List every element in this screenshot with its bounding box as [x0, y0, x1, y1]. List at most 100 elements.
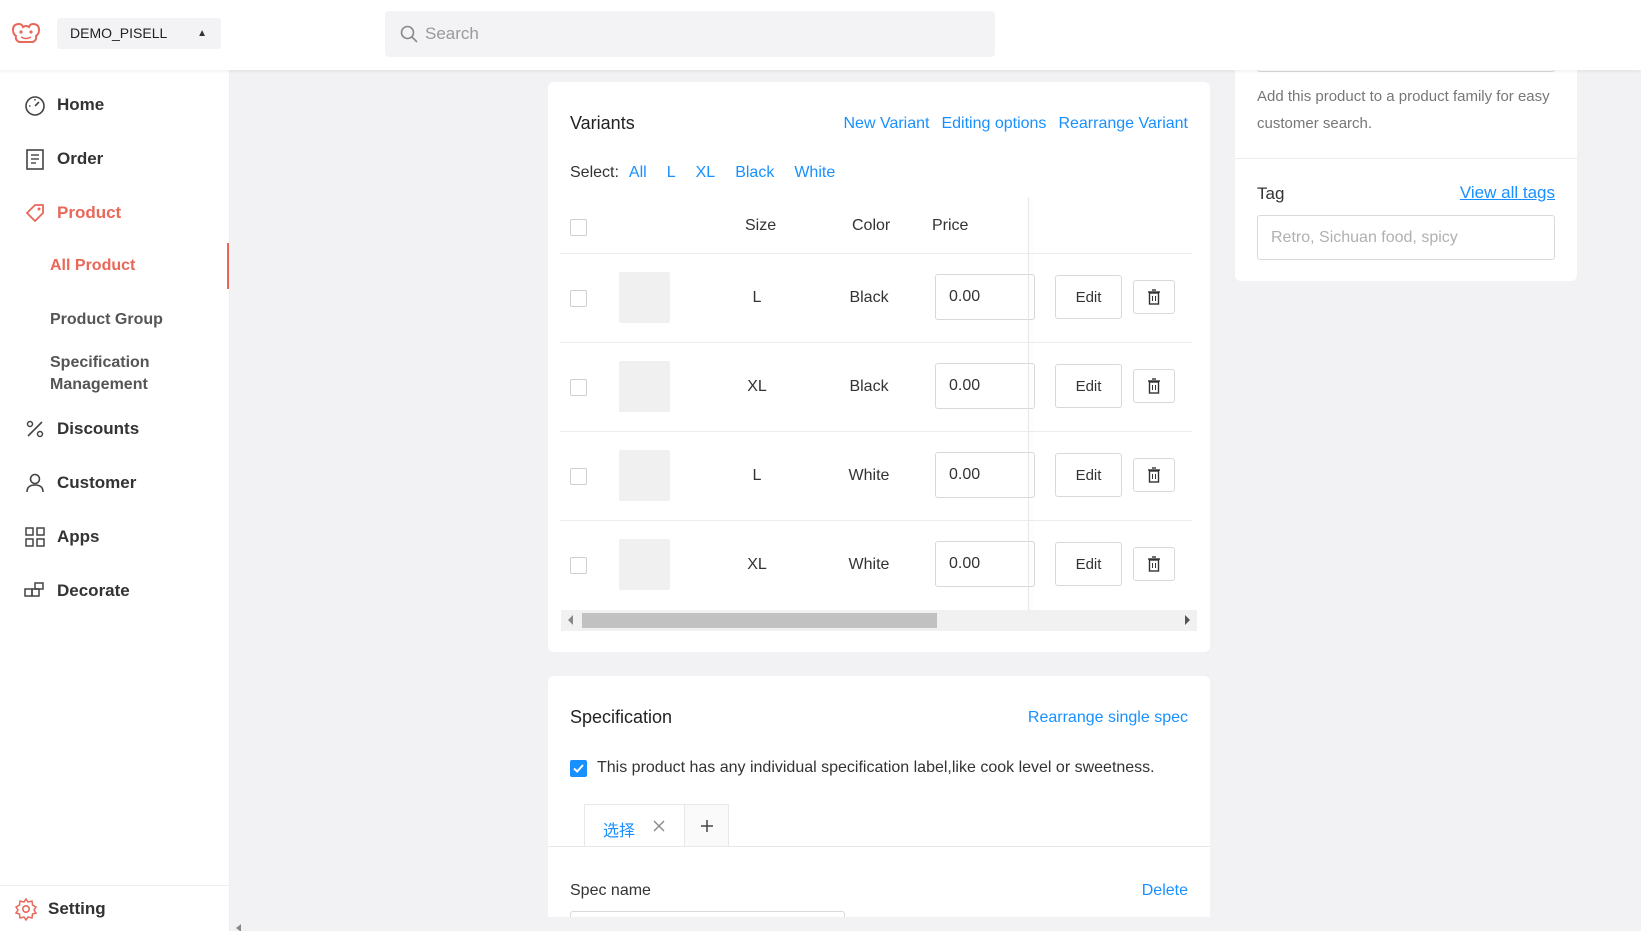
search-icon: [400, 25, 418, 43]
tag-label: Tag: [1257, 184, 1285, 203]
variant-color: Black: [849, 378, 889, 395]
spec-name-label: Spec name: [570, 882, 651, 899]
individual-spec-label: This product has any individual specific…: [597, 759, 1155, 776]
delete-spec-link[interactable]: Delete: [1142, 882, 1188, 900]
logo-icon[interactable]: [10, 20, 42, 46]
sidebar-item-label: Product: [57, 203, 122, 222]
search-input[interactable]: [425, 11, 985, 57]
filter-white[interactable]: White: [794, 164, 835, 182]
filter-all[interactable]: All: [629, 164, 647, 182]
variants-title: Variants: [570, 113, 635, 133]
scroll-right-arrow-icon[interactable]: [1185, 615, 1190, 625]
store-name: DEMO_PISELL: [70, 25, 168, 41]
panel-divider: [1235, 158, 1577, 159]
row-divider: [560, 431, 1192, 432]
sidebar-item-order[interactable]: Order: [23, 147, 103, 171]
variant-image[interactable]: [619, 450, 670, 501]
table-horizontal-scrollbar[interactable]: [561, 610, 1197, 631]
top-bar: DEMO_PISELL ▲: [0, 0, 1641, 70]
sidebar-item-product[interactable]: Product: [23, 201, 121, 225]
trash-icon: [1148, 467, 1160, 483]
sidebar-item-label: Apps: [57, 527, 100, 546]
variant-size: XL: [747, 378, 767, 395]
filter-xl[interactable]: XL: [696, 164, 716, 182]
checkmark-icon: [573, 764, 584, 773]
sidebar-item-label: Order: [57, 149, 104, 168]
row-checkbox[interactable]: [570, 557, 587, 574]
new-variant-link[interactable]: New Variant: [844, 115, 930, 133]
edit-variant-button[interactable]: Edit: [1055, 275, 1122, 319]
column-header-price: Price: [932, 217, 969, 234]
variant-price-input[interactable]: [935, 541, 1035, 587]
sidebar-item-label: Home: [57, 95, 105, 114]
edit-variant-button[interactable]: Edit: [1055, 364, 1122, 408]
filter-black[interactable]: Black: [735, 164, 774, 182]
sidebar: Home Order Product All Product Product G…: [0, 70, 230, 931]
sidebar-subitem-specification-management[interactable]: Specification Management: [50, 352, 190, 396]
search-bar: [385, 11, 995, 57]
trash-icon: [1148, 378, 1160, 394]
specification-card: Specification Rearrange single spec This…: [548, 676, 1210, 917]
sidebar-subitem-all-product[interactable]: All Product: [50, 255, 135, 277]
gear-icon: [14, 897, 38, 921]
variants-actions: New Variant Editing options Rearrange Va…: [844, 115, 1189, 133]
plus-icon: [701, 820, 713, 832]
variant-color: White: [848, 556, 890, 573]
spec-name-input[interactable]: [570, 911, 845, 917]
delete-variant-button[interactable]: [1133, 458, 1175, 492]
filter-l[interactable]: L: [667, 164, 676, 182]
add-spec-tab-button[interactable]: [684, 804, 729, 847]
sidebar-item-decorate[interactable]: Decorate: [23, 579, 130, 603]
variant-price-input[interactable]: [935, 274, 1035, 320]
trash-icon: [1148, 556, 1160, 572]
variant-price-input[interactable]: [935, 363, 1035, 409]
scroll-left-arrow-icon[interactable]: [568, 615, 573, 625]
sort-caret-icon: ▲: [197, 28, 207, 39]
editing-options-link[interactable]: Editing options: [941, 115, 1046, 133]
edit-variant-button[interactable]: Edit: [1055, 453, 1122, 497]
sidebar-item-label: Discounts: [57, 419, 140, 438]
trash-icon: [1148, 289, 1160, 305]
rearrange-single-spec-link[interactable]: Rearrange single spec: [1028, 709, 1188, 727]
store-select[interactable]: DEMO_PISELL ▲: [57, 18, 221, 49]
active-indicator: [227, 243, 229, 289]
dashboard-gauge-icon: [25, 96, 45, 116]
sidebar-item-discounts[interactable]: Discounts: [23, 417, 139, 441]
spec-tab[interactable]: 选择: [584, 804, 685, 847]
sidebar-collapse-icon[interactable]: [236, 924, 241, 931]
sidebar-subitem-product-group[interactable]: Product Group: [50, 309, 163, 331]
tag-icon: [25, 204, 44, 223]
sidebar-footer: Setting: [0, 885, 230, 931]
product-family-hint: Add this product to a product family for…: [1257, 88, 1550, 132]
variant-size: XL: [747, 556, 767, 573]
row-checkbox[interactable]: [570, 468, 587, 485]
variant-size: L: [752, 289, 762, 306]
delete-variant-button[interactable]: [1133, 369, 1175, 403]
variant-image[interactable]: [619, 272, 670, 323]
delete-variant-button[interactable]: [1133, 280, 1175, 314]
sidebar-item-setting[interactable]: Setting: [14, 897, 106, 921]
spec-tab-label: 选择: [603, 823, 636, 840]
edit-variant-button[interactable]: Edit: [1055, 542, 1122, 586]
sidebar-item-customer[interactable]: Customer: [23, 471, 136, 495]
close-icon[interactable]: [653, 820, 665, 832]
sidebar-item-label: Customer: [57, 473, 137, 492]
variants-card: Variants New Variant Editing options Rea…: [548, 82, 1210, 652]
sidebar-item-home[interactable]: Home: [23, 93, 104, 117]
scrollbar-thumb[interactable]: [582, 613, 937, 628]
individual-spec-checkbox[interactable]: [570, 760, 587, 777]
select-all-checkbox[interactable]: [570, 219, 587, 236]
row-divider: [560, 253, 1192, 254]
delete-variant-button[interactable]: [1133, 547, 1175, 581]
specification-title: Specification: [570, 707, 673, 727]
sidebar-item-apps[interactable]: Apps: [23, 525, 100, 549]
view-all-tags-link[interactable]: View all tags: [1460, 183, 1555, 203]
order-list-icon: [26, 149, 44, 170]
tag-input[interactable]: [1257, 215, 1555, 260]
variant-image[interactable]: [619, 539, 670, 590]
variant-price-input[interactable]: [935, 452, 1035, 498]
row-checkbox[interactable]: [570, 290, 587, 307]
variant-image[interactable]: [619, 361, 670, 412]
rearrange-variant-link[interactable]: Rearrange Variant: [1058, 115, 1188, 133]
row-checkbox[interactable]: [570, 379, 587, 396]
